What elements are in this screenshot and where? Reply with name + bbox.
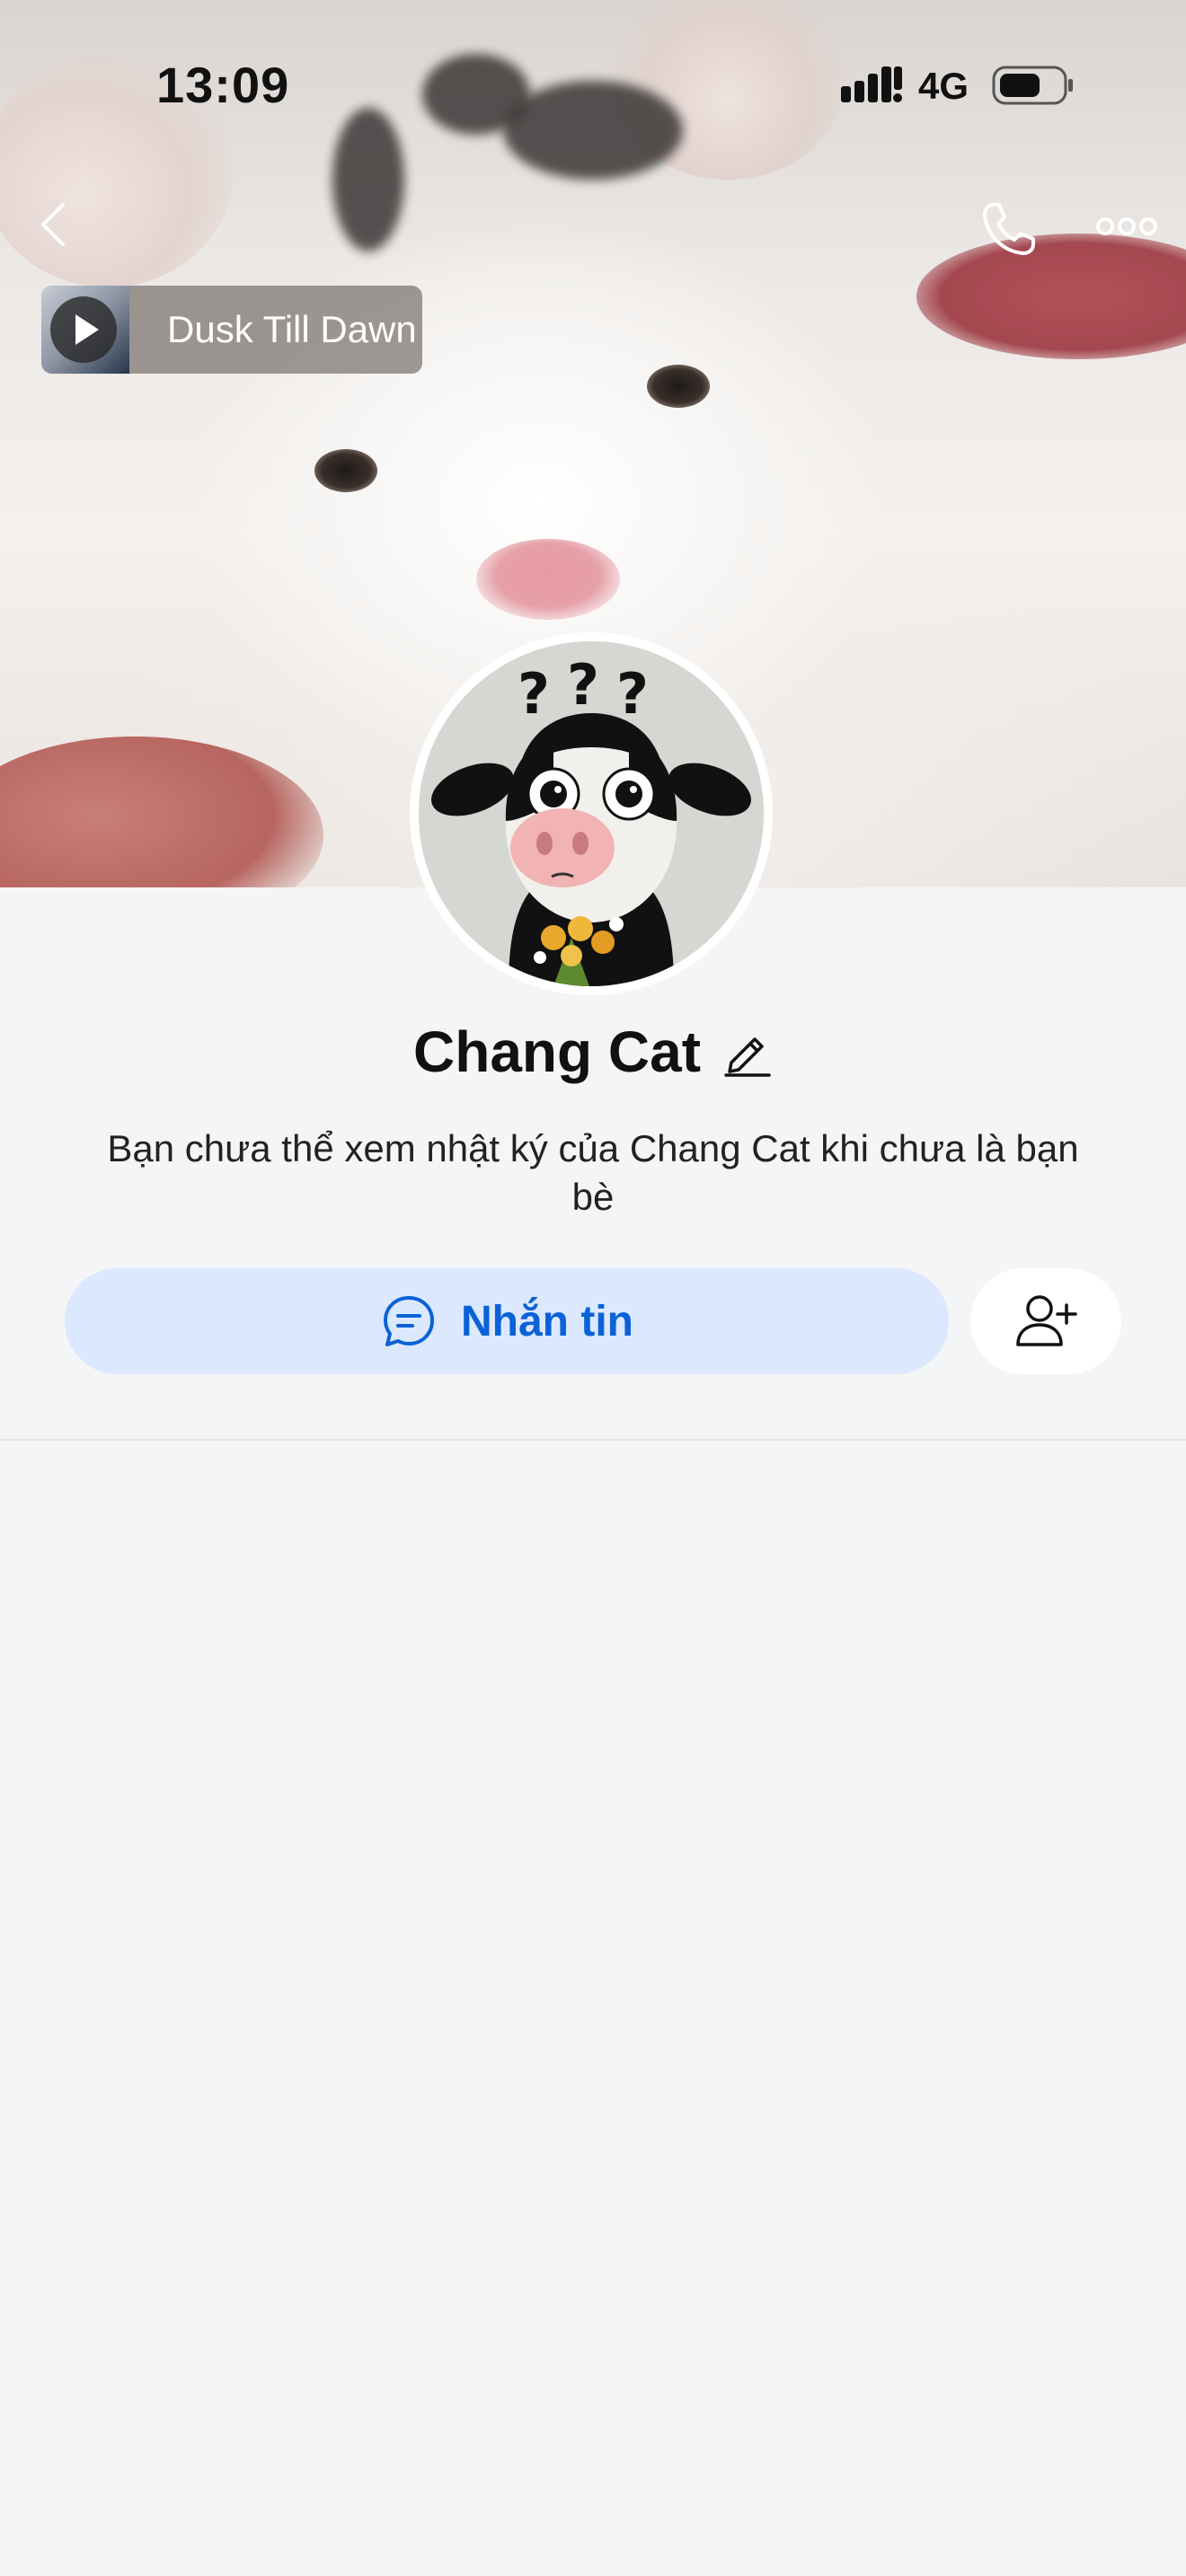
message-button-label: Nhắn tin [461,1297,633,1345]
phone-icon[interactable] [976,198,1040,262]
chat-bubble-icon [384,1296,434,1346]
back-icon[interactable] [32,201,79,248]
cover-decor [647,365,710,408]
profile-music[interactable]: Dusk Till Dawn [41,286,422,374]
avatar[interactable]: ? ? ? [410,632,773,995]
pencil-icon[interactable] [722,1027,773,1077]
cover-decor [916,234,1186,359]
profile-name-row: Chang Cat [0,1019,1186,1085]
profile-privacy-note: Bạn chưa thể xem nhật ký của Chang Cat k… [107,1127,1079,1218]
message-button[interactable]: Nhắn tin [65,1268,949,1374]
more-icon[interactable] [1094,208,1159,244]
svg-text:?: ? [567,652,599,718]
avatar-image: ? ? ? [419,641,764,986]
music-title: Dusk Till Dawn [167,308,417,350]
network-type: 4G [918,65,969,107]
play-icon [75,314,99,345]
battery-icon [992,66,1073,105]
cover-decor [314,449,377,492]
status-time: 13:09 [156,57,290,113]
profile-name: Chang Cat [413,1019,701,1084]
add-user-icon [1016,1295,1077,1346]
cow-avatar-illustration: ? ? ? [419,641,764,986]
svg-text:?: ? [616,661,649,727]
section-divider [0,1439,1186,1441]
add-friend-button[interactable] [970,1268,1121,1374]
svg-text:?: ? [518,661,550,727]
signal-icon [841,66,902,102]
status-bar: 13:09 4G [0,0,1186,171]
cover-decor [476,539,620,620]
cover-decor [0,737,323,887]
play-button[interactable] [50,296,117,363]
